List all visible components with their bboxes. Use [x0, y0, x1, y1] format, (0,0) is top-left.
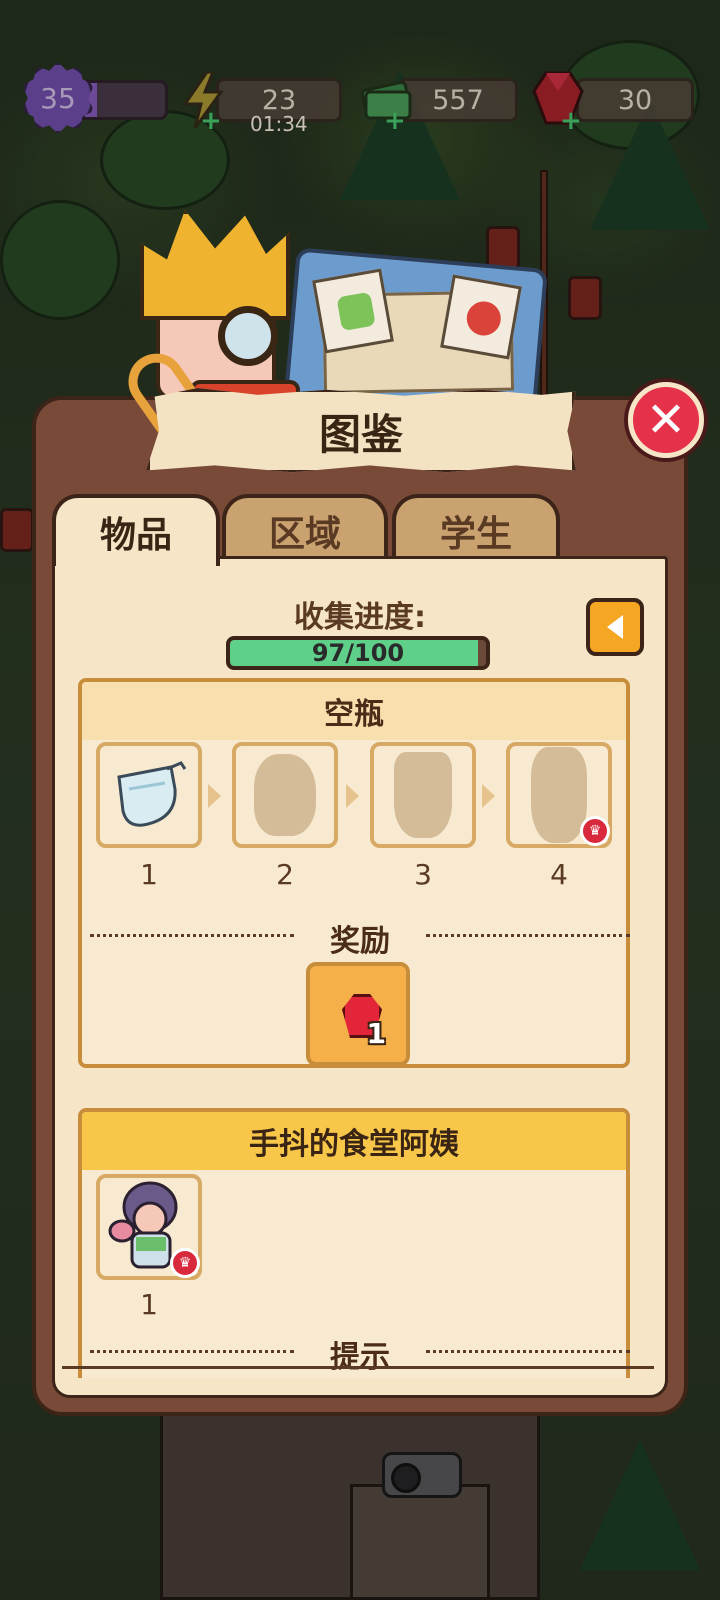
sticky-note-scissors	[440, 274, 522, 360]
close-icon: ✕	[645, 392, 687, 448]
divider	[90, 934, 294, 937]
scroll-edge	[62, 1366, 654, 1369]
npc-card-title: 手抖的食堂阿姨	[82, 1112, 626, 1170]
sticky-note-vegetables	[312, 268, 394, 354]
level-progress-bar	[82, 80, 168, 120]
tab-items[interactable]: 物品	[52, 494, 220, 566]
level-value: 35	[40, 81, 76, 115]
arrow-left-icon	[607, 615, 623, 639]
gem-value: 30	[617, 84, 653, 116]
item-slot-3[interactable]	[370, 742, 476, 848]
tab-areas[interactable]: 区域	[222, 494, 388, 564]
add-energy-button[interactable]: +	[200, 106, 222, 136]
tab-areas-label: 区域	[268, 514, 341, 555]
collection-progress-bar: 97/100	[226, 636, 490, 670]
npc-slot-number: 1	[140, 1288, 158, 1321]
item-slot-4[interactable]: ♛	[506, 742, 612, 848]
energy-value: 23	[261, 84, 297, 116]
chevron-right-icon	[208, 784, 221, 808]
chevron-right-icon	[482, 784, 495, 808]
add-gem-button[interactable]: +	[560, 106, 582, 136]
reward-label: 奖励	[330, 924, 390, 959]
cash-counter[interactable]: 557	[398, 78, 518, 122]
item-slot-2[interactable]	[232, 742, 338, 848]
reward-count: 1	[366, 1017, 386, 1050]
empty-bottle-icon	[117, 761, 187, 827]
magnifying-glass-icon	[218, 306, 278, 366]
item-slot-number: 2	[276, 858, 294, 891]
hint-label: 提示	[330, 1340, 390, 1375]
crown-icon: ♛	[170, 1248, 200, 1278]
divider	[90, 1350, 294, 1353]
panel-title-text: 图鉴	[318, 409, 403, 459]
item-slot-number: 3	[414, 858, 432, 891]
panel-title: 图鉴	[146, 388, 576, 473]
crown-icon: ♛	[580, 816, 610, 846]
locked-item-silhouette	[394, 752, 452, 838]
locked-item-silhouette	[254, 754, 316, 836]
close-button[interactable]: ✕	[628, 382, 704, 458]
item-slot-number: 1	[140, 858, 158, 891]
collection-progress-text: 97/100	[311, 639, 405, 667]
divider	[426, 934, 630, 937]
gem-counter[interactable]: 30	[576, 78, 694, 122]
item-card-title: 空瓶	[82, 682, 626, 740]
locked-item-silhouette	[531, 747, 587, 843]
chevron-right-icon	[346, 784, 359, 808]
npc-slot-1[interactable]: ♛	[96, 1174, 202, 1280]
tab-students[interactable]: 学生	[392, 494, 560, 564]
tab-items-label: 物品	[99, 515, 172, 556]
add-cash-button[interactable]: +	[384, 106, 406, 136]
energy-timer: 01:34	[250, 112, 308, 136]
item-slot-number: 4	[550, 858, 568, 891]
tab-students-label: 学生	[439, 514, 512, 555]
back-button[interactable]	[586, 598, 644, 656]
cash-value: 557	[432, 84, 484, 116]
reward-slot[interactable]: 1	[306, 962, 410, 1066]
divider	[426, 1350, 630, 1353]
item-slot-1[interactable]	[96, 742, 202, 848]
